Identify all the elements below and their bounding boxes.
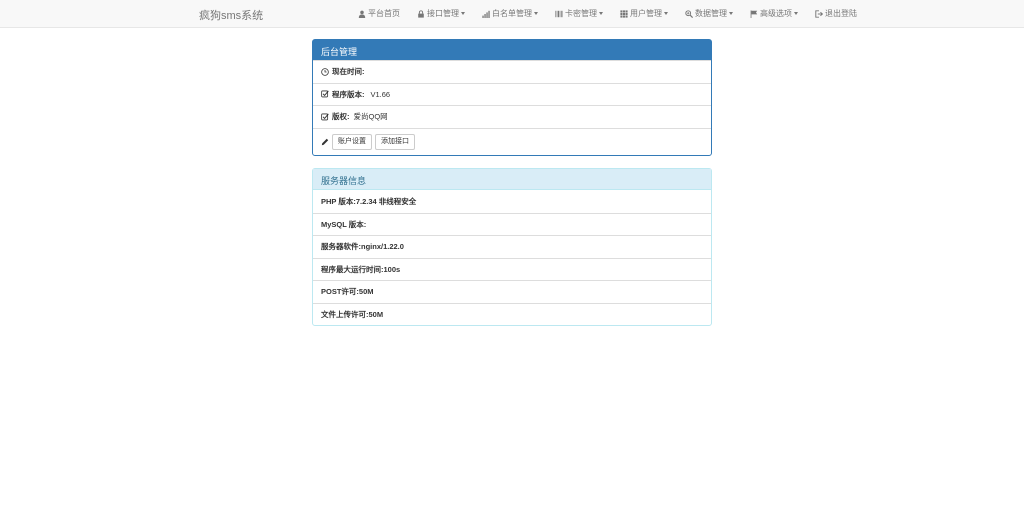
nav-card[interactable]: 卡密管理: [554, 0, 603, 27]
pencil-icon: [321, 138, 329, 146]
version-value: V1.66: [370, 89, 391, 99]
chevron-down-icon: [599, 12, 603, 15]
nav-user[interactable]: 用户管理: [619, 0, 668, 27]
nav-advanced[interactable]: 高级选项: [749, 0, 798, 27]
check-square-icon: [321, 113, 329, 121]
server-software-row: 服务器软件:nginx/1.22.0: [313, 235, 711, 258]
copyright-row: 版权: 爱尚QQ网: [313, 105, 711, 128]
main-nav: 平台首页 接口管理 白名单管理 卡密管理 用户管理 数据管理 高级选项 退出登陆: [357, 0, 873, 27]
nav-api-label: 接口管理: [427, 9, 459, 18]
copyright-label: 版权:: [332, 112, 350, 122]
nav-whitelist-label: 白名单管理: [492, 9, 532, 18]
time-row: 现在时间:: [313, 60, 711, 83]
brand-title[interactable]: 疯狗sms系统: [199, 7, 263, 23]
chevron-down-icon: [794, 12, 798, 15]
admin-panel: 后台管理 现在时间: 程序版本: V1.66 版权: 爱尚QQ网 账户设置 添加…: [312, 39, 712, 156]
version-row: 程序版本: V1.66: [313, 82, 711, 106]
top-navbar: 疯狗sms系统 平台首页 接口管理 白名单管理 卡密管理 用户管理 数据管理 高…: [0, 0, 1024, 28]
barcode-icon: [554, 9, 563, 18]
flag-icon: [749, 9, 758, 18]
nav-logout-label: 退出登陆: [825, 9, 857, 18]
nav-home-label: 平台首页: [368, 9, 400, 18]
chevron-down-icon: [729, 12, 733, 15]
admin-panel-title: 后台管理: [313, 40, 711, 60]
grid-icon: [619, 9, 628, 18]
account-settings-button[interactable]: 账户设置: [332, 133, 372, 150]
chevron-down-icon: [534, 12, 538, 15]
upload-limit-row: 文件上传许可:50M: [313, 302, 711, 326]
nav-data-label: 数据管理: [695, 9, 727, 18]
signal-icon: [481, 9, 490, 18]
max-exec-time-row: 程序最大运行时间:100s: [313, 257, 711, 281]
nav-data[interactable]: 数据管理: [684, 0, 733, 27]
chevron-down-icon: [461, 12, 465, 15]
nav-api[interactable]: 接口管理: [416, 0, 465, 27]
server-info-panel: 服务器信息 PHP 版本:7.2.34 非线程安全 MySQL 版本: 服务器软…: [312, 168, 712, 326]
php-version-row: PHP 版本:7.2.34 非线程安全: [321, 196, 417, 206]
chevron-down-icon: [664, 12, 668, 15]
nav-card-label: 卡密管理: [565, 9, 597, 18]
log-out-icon: [814, 9, 823, 18]
post-limit-row: POST许可:50M: [313, 280, 711, 303]
clock-icon: [321, 67, 329, 76]
nav-whitelist[interactable]: 白名单管理: [481, 0, 538, 27]
check-square-icon: [321, 90, 329, 98]
nav-advanced-label: 高级选项: [760, 9, 792, 18]
zoom-in-icon: [684, 9, 693, 18]
add-api-button[interactable]: 添加接口: [375, 133, 415, 150]
time-label: 现在时间:: [332, 67, 365, 77]
server-panel-title: 服务器信息: [313, 169, 711, 190]
version-label: 程序版本:: [332, 89, 365, 99]
actions-row: 账户设置 添加接口: [313, 127, 711, 155]
nav-user-label: 用户管理: [630, 9, 662, 18]
lock-icon: [416, 9, 425, 18]
nav-home[interactable]: 平台首页: [357, 0, 400, 27]
user-icon: [357, 9, 366, 18]
copyright-value: 爱尚QQ网: [353, 112, 388, 122]
nav-logout[interactable]: 退出登陆: [814, 0, 857, 27]
mysql-version-row: MySQL 版本:: [313, 212, 711, 236]
